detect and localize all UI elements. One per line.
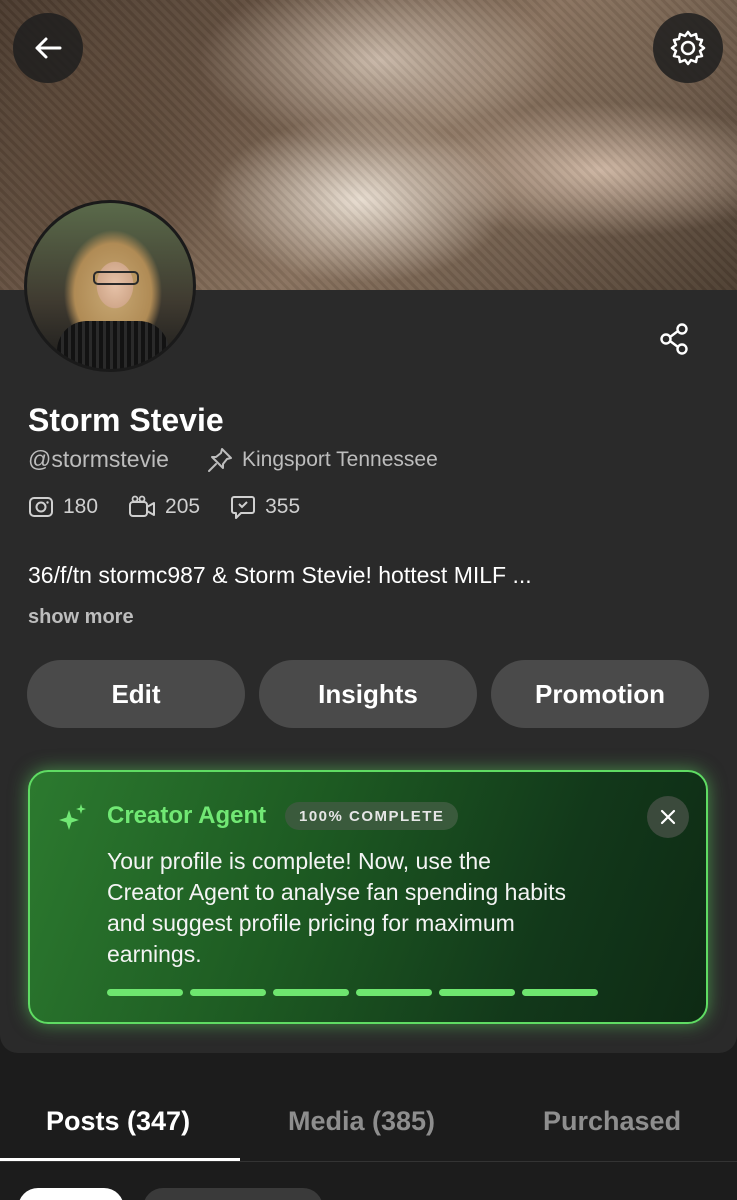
avatar[interactable] xyxy=(24,200,196,372)
pin-icon xyxy=(208,448,232,472)
arrow-left-icon xyxy=(35,37,62,59)
videos-count-label: 205 xyxy=(165,495,201,518)
tab-purchased[interactable]: Purchased xyxy=(543,1106,681,1137)
streams-count: 355 xyxy=(230,494,300,520)
share-icon xyxy=(660,323,688,355)
agent-title: Creator Agent xyxy=(107,802,267,829)
profile-location: Kingsport Tennessee xyxy=(206,446,438,474)
settings-button[interactable] xyxy=(653,13,723,83)
insights-button[interactable]: Insights xyxy=(259,660,477,728)
videos-count: 205 xyxy=(128,494,200,520)
progress-segment xyxy=(356,989,432,996)
filter-chip[interactable] xyxy=(18,1188,124,1200)
streams-count-label: 355 xyxy=(265,495,301,518)
chat-bubble-icon xyxy=(231,496,256,519)
profile-stats: 180 205 355 xyxy=(28,494,300,520)
tab-posts[interactable]: Posts (347) xyxy=(46,1106,190,1137)
progress-segment xyxy=(439,989,515,996)
share-button[interactable] xyxy=(656,320,694,358)
back-button[interactable] xyxy=(13,13,83,83)
agent-message: Your profile is complete! Now, use the C… xyxy=(107,848,567,967)
camera-icon xyxy=(29,497,53,517)
profile-name: Storm Stevie xyxy=(28,402,224,438)
photos-count: 180 xyxy=(28,494,98,520)
sparkle-icon xyxy=(59,804,86,830)
promotion-button[interactable]: Promotion xyxy=(491,660,709,728)
active-tab-indicator xyxy=(0,1158,240,1161)
profile-actions: Edit Insights Promotion xyxy=(27,660,709,728)
progress-segment xyxy=(273,989,349,996)
profile-handle: @stormstevie xyxy=(28,446,169,472)
photos-count-label: 180 xyxy=(63,495,99,518)
content-tabs: Posts (347) Media (385) Purchased xyxy=(0,1090,737,1162)
completion-progress xyxy=(107,989,598,996)
filter-chip[interactable] xyxy=(143,1188,323,1200)
completion-badge: 100% COMPLETE xyxy=(285,802,459,830)
progress-segment xyxy=(107,989,183,996)
show-more-link[interactable]: show more xyxy=(28,606,134,629)
gear-icon xyxy=(670,30,706,66)
tab-media[interactable]: Media (385) xyxy=(288,1106,435,1137)
creator-agent-card: Creator Agent 100% COMPLETE Your profile… xyxy=(28,770,708,1024)
location-label: Kingsport Tennessee xyxy=(242,448,438,471)
close-icon xyxy=(660,809,676,825)
progress-segment xyxy=(522,989,598,996)
progress-segment xyxy=(190,989,266,996)
close-button[interactable] xyxy=(647,796,689,838)
profile-bio: 36/f/tn stormc987 & Storm Stevie! hottes… xyxy=(28,562,532,588)
edit-button[interactable]: Edit xyxy=(27,660,245,728)
video-icon xyxy=(129,495,156,517)
